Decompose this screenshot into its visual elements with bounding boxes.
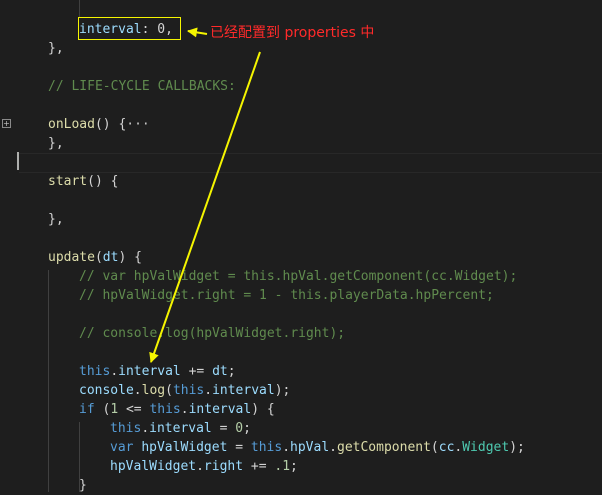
arrow-to-code [149,51,261,363]
annotation-label: 已经配置到 properties 中 [210,25,375,41]
arrow-to-box [187,27,208,38]
annotation-arrows [149,27,261,363]
